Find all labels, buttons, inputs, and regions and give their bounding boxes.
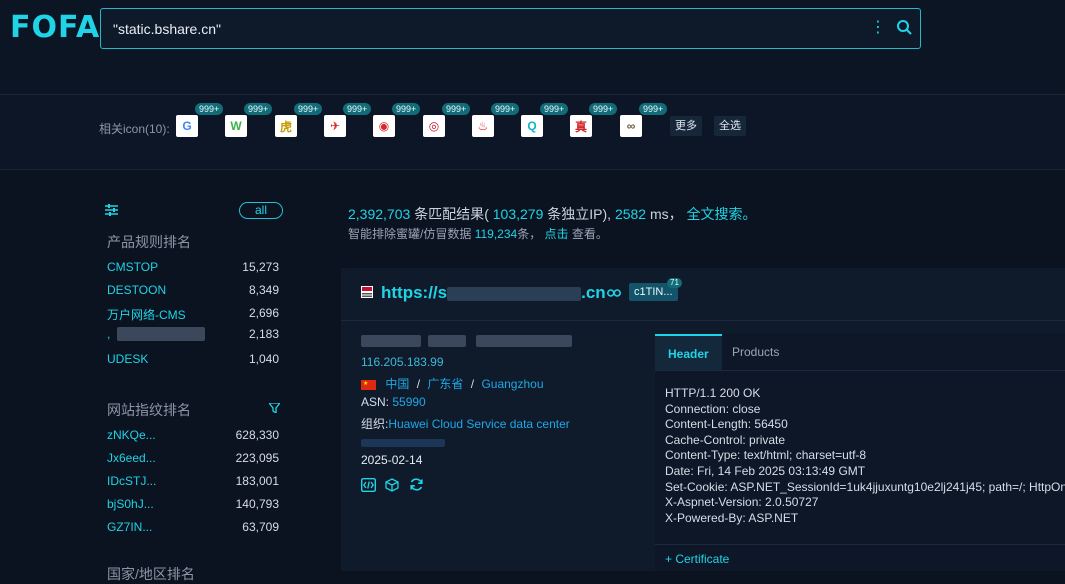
province-link[interactable]: 广东省 [427, 377, 463, 391]
asn-link[interactable]: 55990 [392, 395, 425, 409]
header-line: Content-Type: text/html; charset=utf-8 [665, 448, 867, 463]
host-info: 116.205.183.99 ★ 中国 / 广东省 / Guangzhou AS… [360, 333, 641, 497]
china-flag-icon: ★ [361, 379, 376, 390]
code-view-icon[interactable] [360, 477, 377, 495]
cyan-q-icon[interactable]: Q [521, 115, 543, 137]
certificate-section[interactable]: + Certificate [655, 544, 1065, 572]
yellow-hu-icon[interactable]: 虎 [275, 115, 297, 137]
ip-link[interactable]: 116.205.183.99 [361, 355, 444, 369]
product-row[interactable]: , 2,183 [107, 327, 279, 347]
fulltext-search-link[interactable]: 全文搜索。 [687, 206, 757, 222]
select-all-button[interactable]: 全选 [714, 116, 746, 136]
header-line: X-Aspnet-Version: 2.0.50727 [665, 495, 819, 510]
related-icon-label: 相关icon(10): [99, 122, 170, 136]
cube-icon[interactable] [385, 478, 399, 495]
header-line: X-Powered-By: ASP.NET [665, 510, 799, 525]
search-input[interactable] [111, 17, 855, 41]
more-options-icon[interactable]: ⋮ [870, 19, 886, 37]
site-favicon [361, 286, 373, 298]
icon-count-badge: 999+ [639, 103, 668, 115]
org-link[interactable]: Huawei Cloud Service data center [388, 417, 569, 431]
fofa-logo[interactable]: FOFA [10, 10, 100, 45]
redacted-block [117, 327, 205, 341]
http-headers: HTTP/1.1 200 OK Connection: close Content-… [665, 386, 1065, 526]
action-icons [360, 477, 641, 497]
redacted-block [447, 286, 582, 301]
more-button[interactable]: 更多 [670, 116, 702, 136]
location: ★ 中国 / 广东省 / Guangzhou [361, 377, 544, 391]
product-row[interactable]: UDESK 1,040 [107, 352, 279, 372]
filter-settings-icon[interactable] [105, 204, 118, 219]
fingerprint-row[interactable]: zNKQe... 628,330 [107, 428, 279, 448]
redacted-title [361, 333, 641, 355]
result-url-link[interactable]: https://s .cn [381, 283, 606, 303]
redacted-line [361, 435, 641, 453]
refresh-icon[interactable] [409, 477, 424, 495]
header-line: Cache-Control: private [665, 432, 786, 447]
all-toggle[interactable]: all [239, 202, 283, 219]
result-card-header: https://s .cn c1TIN... 71 [341, 268, 1065, 321]
icon-count-badge: 999+ [589, 103, 618, 115]
fingerprint-row[interactable]: GZ7IN... 63,709 [107, 520, 279, 540]
green-w-icon[interactable]: W [225, 115, 247, 137]
country-rank-title: 国家/地区排名 [107, 566, 195, 582]
result-summary: 2,392,703 条匹配结果( 103,279 条独立IP), 2582 ms… [348, 206, 757, 222]
search-icon[interactable] [896, 19, 912, 38]
product-rank-title: 产品规则排名 [107, 234, 191, 250]
result-card: https://s .cn c1TIN... 71 116.205.183.99 … [341, 268, 1065, 571]
tab-header[interactable]: Header [655, 334, 722, 370]
product-row[interactable]: DESTOON 8,349 [107, 283, 279, 303]
binoculars-icon[interactable]: ∞ [620, 115, 642, 137]
click-link[interactable]: 点击 [545, 227, 569, 241]
icon-count-badge: 999+ [244, 103, 273, 115]
tab-products[interactable]: Products [719, 334, 792, 370]
red-swoosh-icon[interactable]: ✈ [324, 115, 346, 137]
product-row[interactable]: CMSTOP 15,273 [107, 260, 279, 280]
link-icon[interactable] [607, 287, 621, 301]
icon-count-badge: 999+ [540, 103, 569, 115]
header-line: HTTP/1.1 200 OK [665, 386, 761, 400]
icon-count-badge: 999+ [491, 103, 520, 115]
red-drop-icon[interactable]: ♨ [472, 115, 494, 137]
red-text-icon[interactable]: 真 [570, 115, 592, 137]
top-bar: FOFA ⋮ [0, 0, 1065, 94]
header-line: Date: Fri, 14 Feb 2025 03:13:49 GMT [665, 463, 866, 478]
response-tabs: Header Products [655, 334, 1065, 371]
fingerprint-row[interactable]: bjS0hJ... 140,793 [107, 497, 279, 517]
header-line: Content-Length: 56450 [665, 417, 788, 432]
funnel-filter-icon[interactable] [267, 402, 282, 416]
honeypot-note: 智能排除蜜罐/仿冒数据 119,234条， 点击 查看。 [348, 227, 608, 241]
header-line: Connection: close [665, 401, 761, 416]
cert-tag-count: 71 [667, 278, 682, 288]
header-line: Set-Cookie: ASP.NET_SessionId=1uk4jjuxun… [665, 479, 1065, 494]
city-link[interactable]: Guangzhou [481, 377, 543, 391]
certificate-toggle[interactable]: + Certificate [665, 552, 729, 566]
country-link[interactable]: 中国 [385, 377, 409, 391]
red-badge-icon[interactable]: ◉ [373, 115, 395, 137]
fingerprint-row[interactable]: IDcSTJ... 183,001 [107, 474, 279, 494]
search-box[interactable]: ⋮ [100, 8, 921, 49]
icon-count-badge: 999+ [294, 103, 323, 115]
icon-count-badge: 999+ [343, 103, 372, 115]
related-icon-bar: 相关icon(10): G 999+ W 999+ 虎 999+ ✈ 999+ ◉ 999+ ◎ 99… [0, 94, 1065, 170]
product-row[interactable]: 万户网络-CMS 2,696 [107, 306, 279, 326]
fingerprint-rank-title: 网站指纹排名 [107, 402, 191, 418]
icon-count-badge: 999+ [442, 103, 471, 115]
update-date: 2025-02-14 [361, 453, 423, 467]
response-panel: Header Products HTTP/1.1 200 OK Connectio… [655, 334, 1065, 571]
icon-count-badge: 999+ [392, 103, 421, 115]
kfc-icon[interactable]: ◎ [423, 115, 445, 137]
fingerprint-row[interactable]: Jx6eed... 223,095 [107, 451, 279, 471]
google-icon[interactable]: G [176, 115, 198, 137]
icon-count-badge: 999+ [195, 103, 224, 115]
